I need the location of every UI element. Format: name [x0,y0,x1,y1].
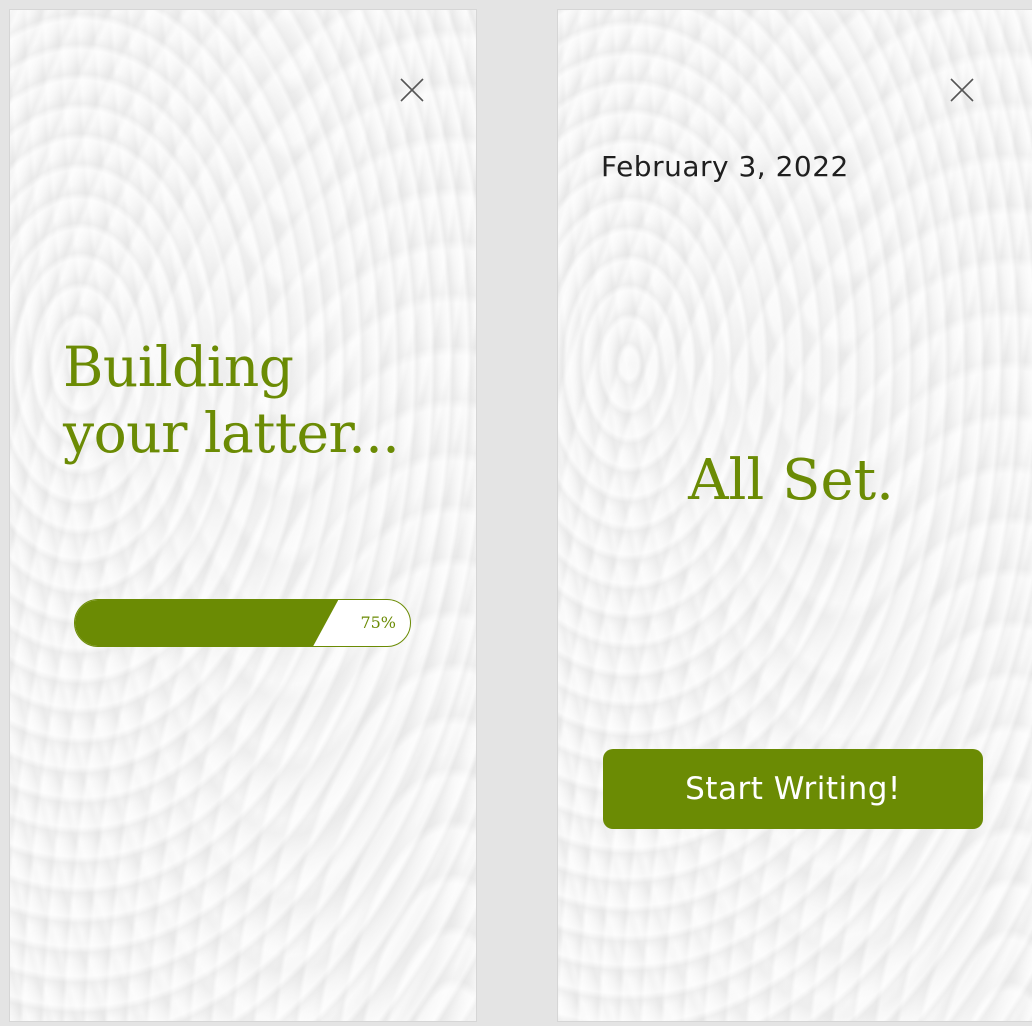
ready-screen: February 3, 2022 All Set. Start Writing! [557,9,1032,1022]
loading-title: Building your latter... [63,334,453,466]
close-button[interactable] [948,76,976,104]
loading-screen: Building your latter... 75% [9,9,477,1022]
close-icon [950,78,974,102]
loading-title-line2: your latter... [63,401,400,465]
ready-title: All Set. [688,448,894,513]
progress-percent-label: 75% [360,613,396,632]
date-label: February 3, 2022 [601,150,849,183]
start-writing-button[interactable]: Start Writing! [603,749,983,829]
loading-title-line1: Building [63,335,294,399]
close-button[interactable] [398,76,426,104]
progress-bar: 75% [74,599,411,647]
close-icon [400,78,424,102]
progress-fill [75,600,338,646]
